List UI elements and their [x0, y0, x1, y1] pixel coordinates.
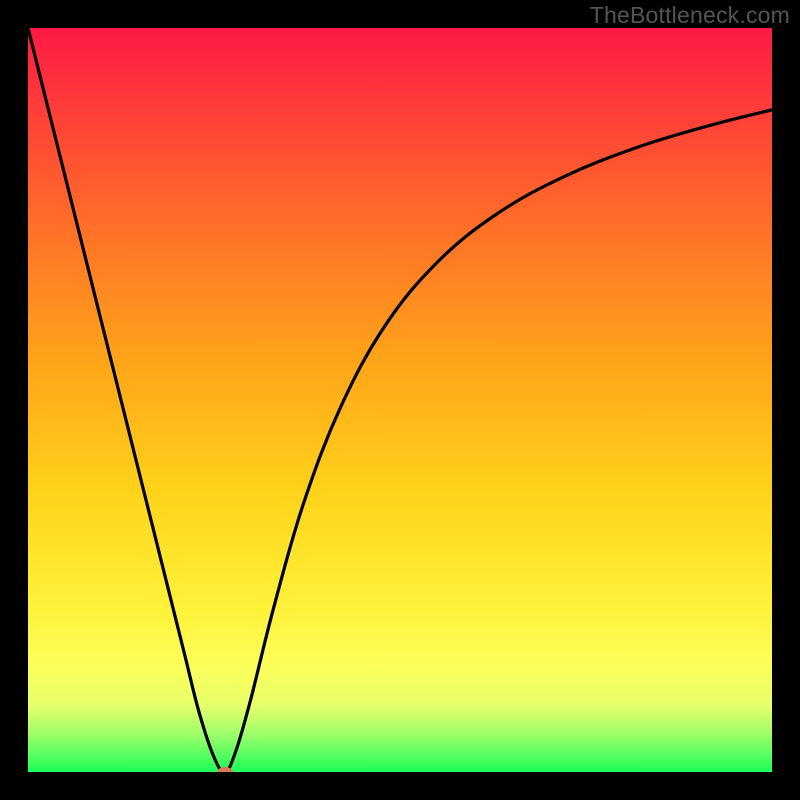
bottleneck-curve-line: [28, 28, 772, 772]
chart-svg: [28, 28, 772, 772]
chart-frame: TheBottleneck.com: [0, 0, 800, 800]
chart-plot-area: [28, 28, 772, 772]
watermark-label: TheBottleneck.com: [590, 2, 790, 29]
bottleneck-curve-group: [28, 28, 772, 772]
